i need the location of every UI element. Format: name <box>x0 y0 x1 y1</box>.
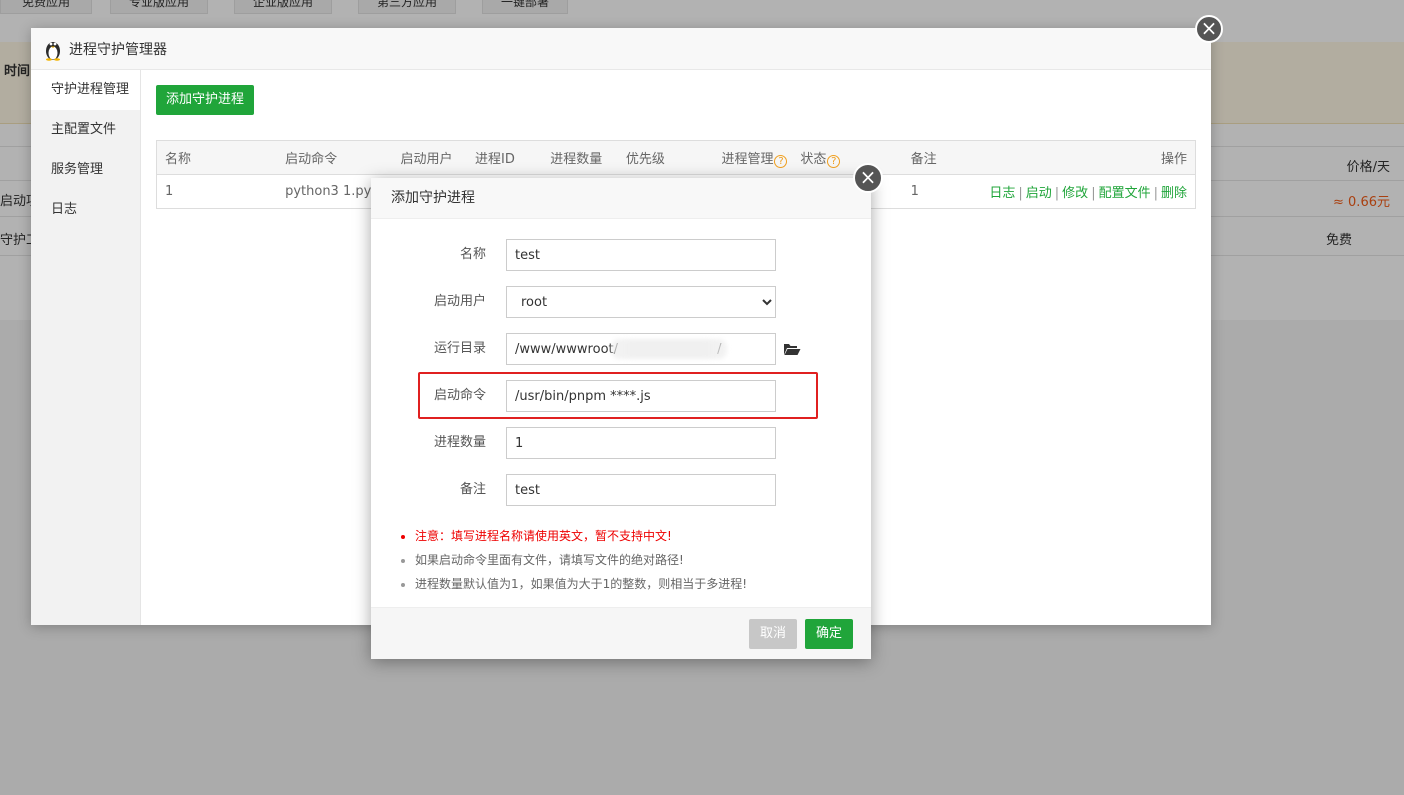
delete-link[interactable]: 删除 <box>1161 186 1187 201</box>
count-input[interactable] <box>506 427 776 459</box>
help-notes: 注意：填写进程名称请使用英文，暂不支持中文! 如果启动命令里面有文件，请填写文件… <box>415 524 747 596</box>
form-row-note: 备注 <box>371 474 871 506</box>
help-icon[interactable]: ? <box>827 154 841 168</box>
cell-actions: 日志 | 启动 | 修改 | 配置文件 | 删除 <box>981 175 1195 209</box>
help-icon[interactable]: ? <box>774 154 788 168</box>
form-row-command: 启动命令 <box>371 380 871 412</box>
form-row-directory: 运行目录 <box>371 333 871 365</box>
command-label: 启动命令 <box>433 388 486 403</box>
redacted-path-blur <box>611 339 727 359</box>
sidebar-item-daemon-management[interactable]: 守护进程管理 <box>31 70 140 110</box>
manager-close-button[interactable]: × <box>1195 15 1223 43</box>
column-header-count: 进程数量 <box>542 140 618 175</box>
dialog-footer: 取消 确定 <box>371 607 871 659</box>
cell-name: 1 <box>165 184 174 199</box>
cancel-button[interactable]: 取消 <box>749 619 797 649</box>
separator: | <box>1091 186 1096 201</box>
column-header-status: 状态? <box>792 140 903 175</box>
add-daemon-button[interactable]: 添加守护进程 <box>156 85 255 115</box>
note-label: 备注 <box>459 482 486 497</box>
directory-label: 运行目录 <box>433 341 486 356</box>
confirm-button[interactable]: 确定 <box>805 619 853 649</box>
user-label: 启动用户 <box>433 294 486 309</box>
linux-penguin-icon <box>46 41 60 61</box>
note-item: 进程数量默认值为1，如果值为大于1的整数，则相当于多进程! <box>415 572 747 596</box>
column-header-process-management: 进程管理? <box>713 140 793 175</box>
command-input[interactable] <box>506 380 776 412</box>
separator: | <box>1018 186 1023 201</box>
table-header-row: 名称 启动命令 启动用户 进程ID 进程数量 优先级 进程管理? 状态? 备注 … <box>156 140 1196 175</box>
count-label: 进程数量 <box>433 435 486 450</box>
column-header-status-label: 状态 <box>800 151 827 167</box>
column-header-priority: 优先级 <box>617 140 714 175</box>
dialog-close-button[interactable]: × <box>853 163 883 193</box>
name-label: 名称 <box>459 247 486 262</box>
form-row-name: 名称 <box>371 239 871 271</box>
column-header-name: 名称 <box>156 140 278 175</box>
sidebar-item-main-config[interactable]: 主配置文件 <box>31 110 140 150</box>
sidebar-item-service-management[interactable]: 服务管理 <box>31 150 140 190</box>
note-item: 如果启动命令里面有文件，请填写文件的绝对路径! <box>415 548 747 572</box>
name-input[interactable] <box>506 239 776 271</box>
note-warning: 注意：填写进程名称请使用英文，暂不支持中文! <box>415 524 747 548</box>
column-header-process-management-label: 进程管理 <box>721 151 774 167</box>
dialog-title: 添加守护进程 <box>371 178 871 219</box>
config-file-link[interactable]: 配置文件 <box>1099 186 1151 201</box>
note-input[interactable] <box>506 474 776 506</box>
column-header-actions: 操作 <box>981 140 1196 175</box>
folder-open-icon[interactable] <box>783 341 801 357</box>
add-daemon-dialog: 添加守护进程 × 名称 启动用户 root 运行目录 启动命令 进程数量 备注 … <box>371 163 883 659</box>
sidebar-item-logs[interactable]: 日志 <box>31 190 140 230</box>
column-header-note: 备注 <box>902 140 982 175</box>
separator: | <box>1054 186 1060 201</box>
form-row-count: 进程数量 <box>371 427 871 459</box>
form-row-user: 启动用户 root <box>371 286 871 318</box>
column-header-user: 启动用户 <box>392 140 468 175</box>
column-header-pid: 进程ID <box>467 140 543 175</box>
manager-title-bar: 进程守护管理器 <box>31 28 1211 70</box>
start-link[interactable]: 启动 <box>1026 186 1052 201</box>
cell-note: 1 <box>910 184 919 199</box>
edit-link[interactable]: 修改 <box>1062 186 1088 201</box>
log-link[interactable]: 日志 <box>989 186 1015 201</box>
column-header-command: 启动命令 <box>277 140 393 175</box>
manager-sidebar: 守护进程管理 主配置文件 服务管理 日志 <box>31 70 141 625</box>
user-select[interactable]: root <box>506 286 776 318</box>
manager-title: 进程守护管理器 <box>69 41 167 58</box>
separator: | <box>1153 186 1158 201</box>
